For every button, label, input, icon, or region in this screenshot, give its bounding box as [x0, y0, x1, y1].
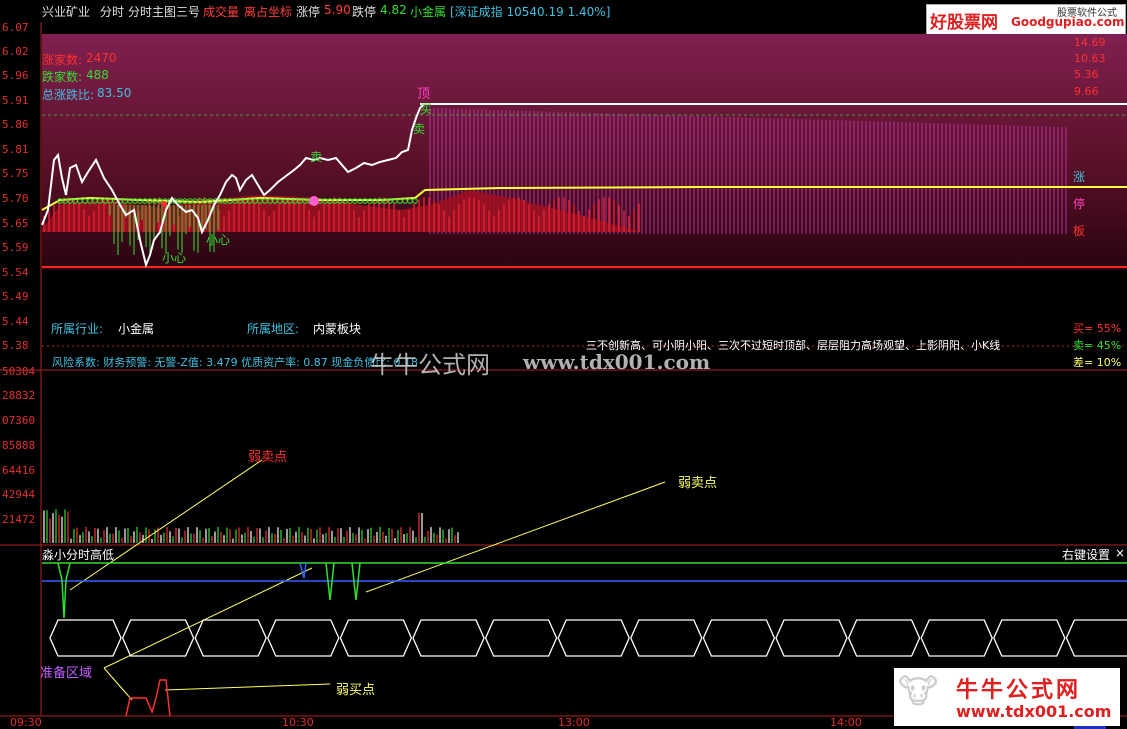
pointer-line-2: [365, 481, 666, 593]
indicator-title[interactable]: 淼小分时高低: [42, 546, 114, 563]
weak-buy-annotation: 弱买点: [336, 683, 376, 698]
ratio-label: 总涨跌比:: [42, 88, 95, 102]
hexagon-band: [49, 619, 1127, 657]
chart-background: [42, 34, 1127, 270]
limit-char-3: 板: [1073, 224, 1086, 238]
price-tick: 5.91: [2, 94, 29, 107]
down-count-label: 跌家数:: [42, 70, 83, 84]
hexagon-cell: [702, 619, 776, 657]
cow-icon: 🐮: [898, 672, 939, 712]
buy-percent: 买= 55%: [1073, 322, 1122, 335]
right-tick: 9.66: [1074, 85, 1099, 98]
industry-label: 所属行业:: [51, 322, 104, 336]
up-count: 2470: [86, 51, 117, 65]
price-tick: 5.54: [2, 266, 29, 279]
price-tick: 5.65: [2, 217, 29, 230]
hexagon-cell: [484, 619, 558, 657]
hexagon-cell: [412, 619, 485, 657]
volume-tick: 85888: [2, 439, 36, 452]
volume-tick: 64416: [2, 464, 36, 477]
hexagon-cell: [557, 619, 630, 657]
hexagon-cell: [993, 619, 1066, 657]
hexagon-cell: [194, 619, 267, 657]
down-count: 488: [86, 68, 109, 82]
time-tick: 13:00: [558, 716, 590, 729]
risk-info: 风险系数: 财务预警: 无警-Z值: 3.479 优质资产率: 0.87 现金负…: [52, 356, 418, 369]
price-tick: 6.07: [2, 21, 29, 34]
pointer-line-1: [69, 459, 263, 591]
volume-tick: 42944: [2, 488, 36, 501]
volume-tick: 50304: [2, 365, 36, 378]
settings-button[interactable]: 右键设置: [1062, 546, 1110, 563]
watermark-logo: 🐮 牛牛公式网 www.tdx001.com: [894, 668, 1120, 726]
hexagon-cell: [775, 619, 848, 657]
price-tick: 5.86: [2, 118, 29, 131]
buy-label: 买: [420, 102, 433, 116]
price-tick: 5.96: [2, 69, 29, 82]
pointer-line-5: [164, 683, 331, 691]
watermark-url: www.tdx001.com: [523, 350, 711, 374]
limit-char-2: 停: [1073, 197, 1086, 211]
buy-signal-spikes: [125, 679, 171, 717]
hexagon-cell: [1065, 619, 1127, 657]
hexagon-cell: [630, 619, 703, 657]
price-tick: 5.44: [2, 315, 29, 328]
price-tick: 5.81: [2, 143, 29, 156]
weak-sell-annotation-2: 弱卖点: [678, 476, 718, 491]
price-tick: 5.49: [2, 290, 29, 303]
price-tick: 6.02: [2, 45, 29, 58]
prep-zone-annotation: 准备区域: [40, 666, 93, 681]
limit-char-1: 涨: [1073, 170, 1086, 184]
time-tick: 10:30: [282, 716, 314, 729]
price-tick: 5.75: [2, 167, 29, 180]
sell-percent: 卖= 45%: [1073, 339, 1122, 352]
pointer-line-4: [103, 667, 133, 701]
diff-percent: 差= 10%: [1073, 356, 1122, 369]
hexagon-cell: [267, 619, 340, 657]
volume-bars: [43, 509, 459, 543]
indicator-dip-2: [299, 562, 307, 579]
cross-marker: [309, 196, 319, 206]
volume-tick: 21472: [2, 513, 36, 526]
close-icon[interactable]: ×: [1115, 546, 1125, 560]
hexagon-cell: [920, 619, 993, 657]
hexagon-cell: [847, 619, 921, 657]
careful-label-2: 小心: [162, 251, 187, 265]
region-value: 内蒙板块: [313, 322, 362, 336]
logo2-url: www.tdx001.com: [956, 702, 1112, 721]
hexagon-cell: [339, 619, 413, 657]
watermark-cn: 牛牛公式网: [370, 351, 490, 379]
volume-tick: 28832: [2, 389, 36, 402]
hexagon-cell: [49, 619, 122, 657]
logo2-brand: 牛牛公式网: [956, 678, 1082, 703]
sell-label-2: 卖: [310, 150, 323, 164]
price-tick: 5.38: [2, 339, 29, 352]
right-tick: 14.69: [1074, 36, 1106, 49]
hexagon-cell: [121, 619, 195, 657]
right-tick: 5.36: [1074, 68, 1099, 81]
volume-tick: 07360: [2, 414, 36, 427]
pointer-line-3: [103, 567, 313, 669]
red-marker: [161, 201, 167, 207]
right-tick: 10.63: [1074, 52, 1106, 65]
careful-label-1: 小心: [206, 233, 231, 247]
price-tick: 5.70: [2, 192, 29, 205]
industry-value: 小金属: [118, 322, 155, 336]
time-tick: 14:00: [830, 716, 862, 729]
ratio-value: 83.50: [97, 86, 132, 100]
indicator-dip-1: [57, 562, 71, 619]
price-tick: 5.59: [2, 241, 29, 254]
up-count-label: 涨家数:: [42, 53, 83, 67]
region-label: 所属地区:: [247, 322, 300, 336]
time-tick: 09:30: [10, 716, 42, 729]
weak-sell-annotation-1: 弱卖点: [248, 450, 288, 465]
sell-label-1: 卖: [413, 122, 426, 136]
